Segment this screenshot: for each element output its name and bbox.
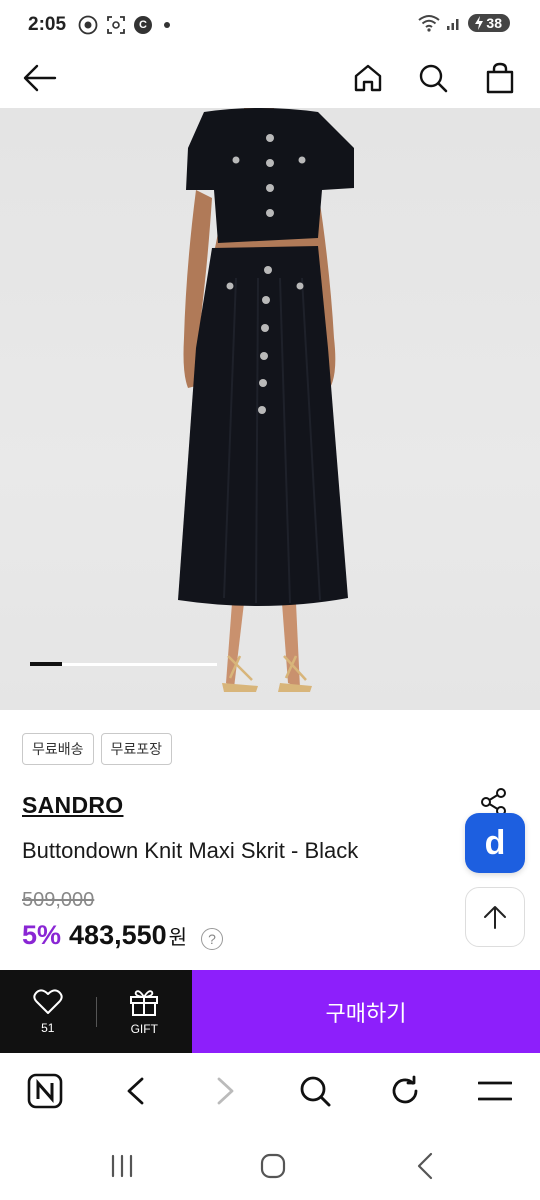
search-button[interactable] (411, 56, 455, 100)
gift-label: GIFT (130, 1021, 158, 1036)
arrow-up-icon (484, 906, 506, 929)
battery-indicator: 38 (468, 14, 510, 32)
refresh-icon (392, 1075, 418, 1104)
cart-button[interactable] (478, 56, 522, 100)
heart-icon (33, 988, 63, 1014)
naver-home-button[interactable] (25, 1071, 65, 1111)
scroll-top-button[interactable] (465, 887, 525, 947)
system-back-button[interactable] (405, 1148, 445, 1184)
status-time: 2:05 (28, 14, 67, 35)
hamburger-menu-icon (478, 1081, 512, 1101)
recent-apps-button[interactable] (102, 1148, 142, 1184)
screenshot-icon (107, 16, 125, 34)
battery-level: 38 (486, 15, 502, 31)
carousel-progress-track (30, 662, 217, 666)
price-row: 5% 483,550 원 ? (22, 920, 224, 951)
carousel-progress-thumb (30, 662, 62, 666)
tag-free-shipping: 무료배송 (22, 733, 94, 765)
sale-price: 483,550 (69, 920, 167, 950)
status-right: 38 (418, 14, 510, 32)
browser-forward-button[interactable] (206, 1071, 246, 1111)
recent-apps-icon (111, 1154, 133, 1178)
chevron-left-icon (417, 1152, 433, 1180)
product-title: Buttondown Knit Maxi Skrit - Black (22, 838, 359, 863)
gift-icon (130, 989, 159, 1016)
currency-unit: 원 (168, 927, 188, 949)
discount-rate: 5% (22, 920, 62, 950)
system-navigation-bar (0, 1128, 540, 1200)
browser-search-button[interactable] (295, 1071, 335, 1111)
browser-toolbar (0, 1053, 540, 1128)
wifi-icon (418, 15, 441, 32)
back-button[interactable] (18, 56, 62, 100)
shopping-bag-icon (486, 62, 514, 94)
search-icon (300, 1076, 331, 1107)
d-app-badge[interactable]: d (465, 813, 525, 873)
status-notification-icons: C (78, 15, 171, 35)
gift-button[interactable]: GIFT (97, 970, 193, 1053)
browser-refresh-button[interactable] (385, 1071, 425, 1111)
starbucks-icon (78, 15, 98, 35)
more-notifications-dot (164, 22, 171, 28)
product-image-carousel[interactable] (0, 108, 540, 710)
search-icon (419, 64, 448, 93)
chevron-left-icon (127, 1077, 144, 1105)
browser-back-button[interactable] (115, 1071, 155, 1111)
charging-icon (475, 16, 484, 30)
back-arrow-icon (23, 64, 57, 92)
tag-free-gift-wrap: 무료포장 (100, 733, 173, 765)
status-bar: 2:05 C 38 (0, 0, 540, 50)
buy-button[interactable]: 구매하기 (192, 970, 540, 1053)
purchase-action-bar: 51 GIFT 구매하기 (0, 970, 540, 1053)
top-navigation (0, 50, 540, 108)
chevron-right-icon (217, 1077, 234, 1105)
home-system-button[interactable] (253, 1148, 293, 1184)
naver-n-icon (27, 1073, 63, 1109)
product-tags: 무료배송 무료포장 (22, 733, 173, 765)
browser-menu-button[interactable] (475, 1071, 515, 1111)
price-info-icon[interactable]: ? (201, 928, 224, 950)
like-button[interactable]: 51 (0, 970, 96, 1053)
action-left-group: 51 GIFT (0, 970, 192, 1053)
home-icon (354, 64, 382, 92)
home-circle-icon (260, 1153, 286, 1179)
brand-link[interactable]: SANDRO (22, 792, 123, 819)
original-price: 509,000 (22, 889, 95, 911)
product-photo (178, 108, 354, 692)
like-count: 51 (41, 1020, 55, 1035)
home-button[interactable] (346, 56, 390, 100)
c-app-icon: C (134, 16, 153, 34)
signal-icon (447, 19, 459, 30)
